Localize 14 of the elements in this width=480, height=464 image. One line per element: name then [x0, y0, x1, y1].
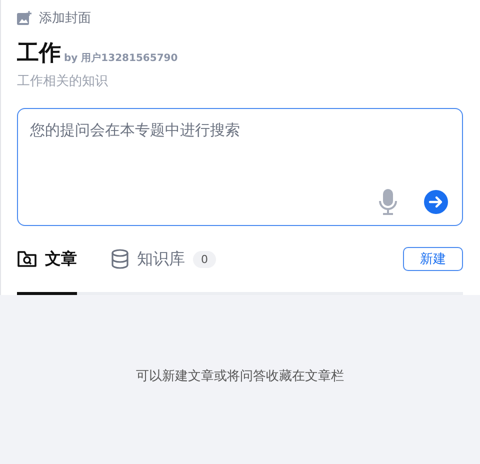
tab[interactable]: 知识库 0 [111, 226, 216, 295]
new-button[interactable]: 新建 [403, 247, 463, 271]
database-icon [111, 249, 129, 269]
empty-message: 可以新建文章或将问答收藏在文章栏 [136, 368, 344, 386]
placeholder-text: 您的提问会在本专题中进行搜索 [30, 121, 240, 140]
topic-description: 工作相关的知识 [17, 73, 109, 90]
author-label: by 用户13281565790 [64, 51, 178, 66]
topic-title: 工作 [17, 40, 61, 68]
folder-search-icon [17, 250, 37, 268]
add-image-icon [17, 11, 32, 25]
question-input[interactable]: 您的提问会在本专题中进行搜索 [17, 108, 463, 226]
tab[interactable]: 文章 [17, 226, 77, 295]
count-badge: 0 [193, 250, 216, 268]
add-cover-link[interactable]: 添加封面 [39, 9, 91, 27]
